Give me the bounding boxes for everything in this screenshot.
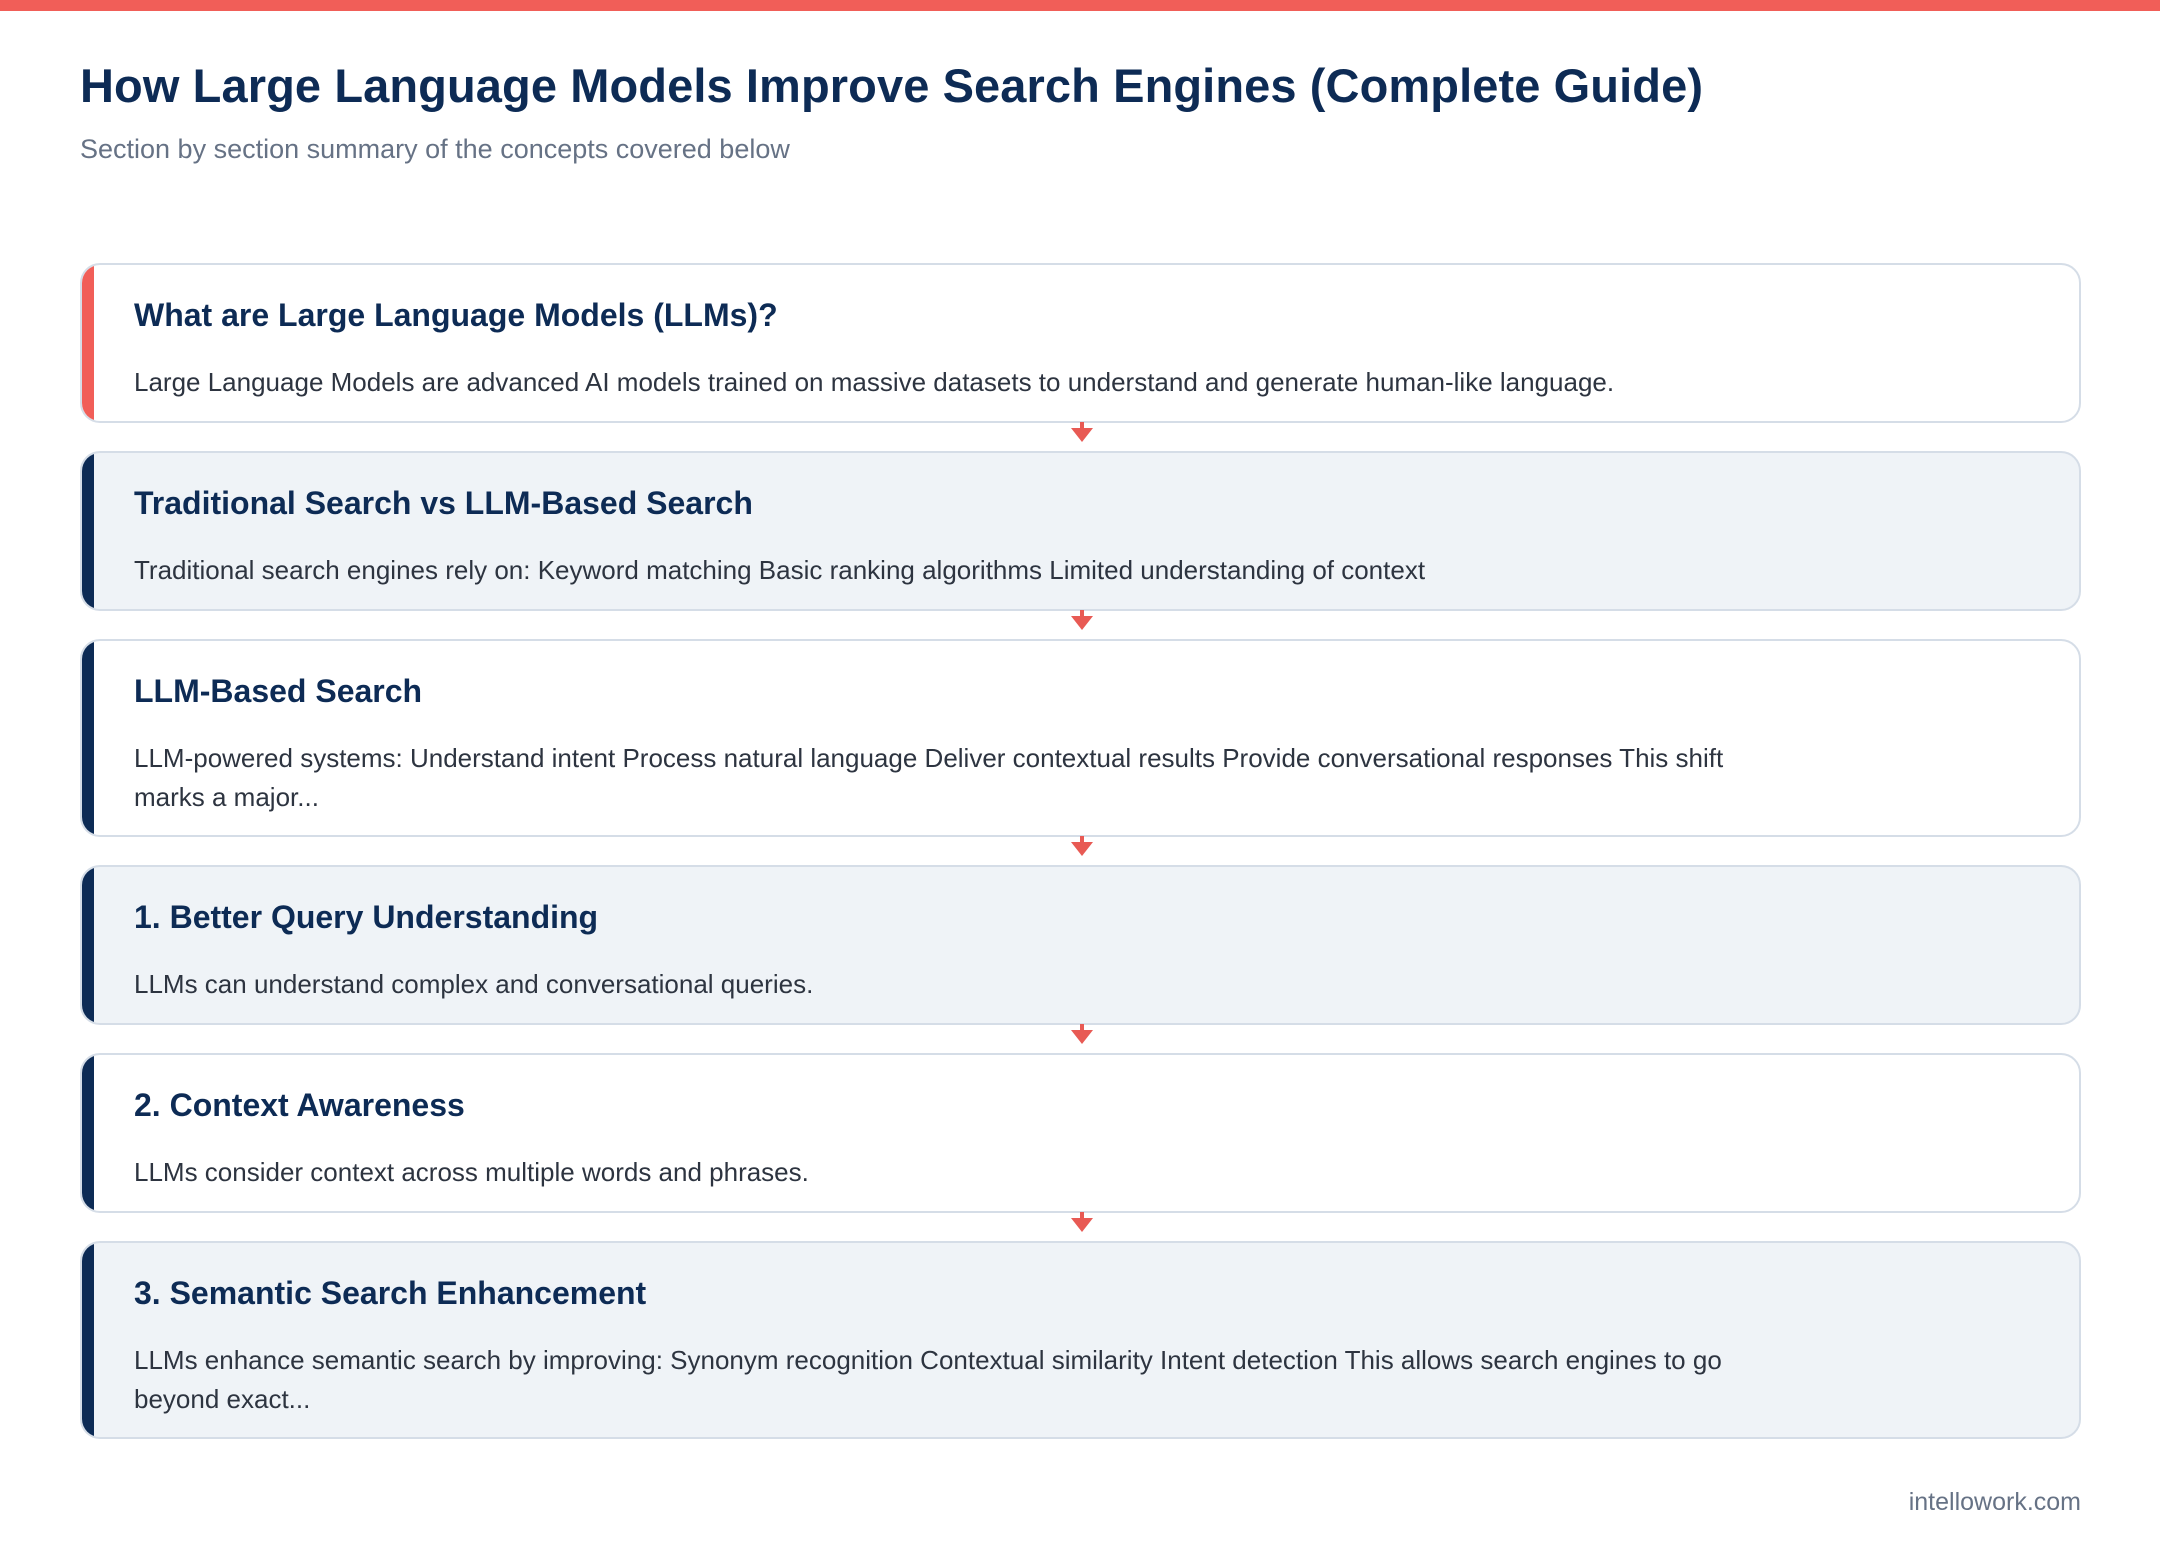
- arrow-down-icon: [1071, 422, 1093, 442]
- section-card: LLM-Based Search LLM-powered systems: Un…: [80, 639, 2081, 837]
- section-accent-bar: [82, 265, 94, 421]
- section-heading: LLM-Based Search: [134, 673, 423, 709]
- section-heading: What are Large Language Models (LLMs)?: [134, 297, 778, 333]
- page-subtitle: Section by section summary of the concep…: [80, 134, 790, 164]
- flow-connector: [80, 422, 2081, 451]
- section-text: Traditional search engines rely on: Keyw…: [134, 555, 1426, 585]
- flow-connector: [80, 1024, 2081, 1053]
- flow-connector: [80, 836, 2081, 865]
- section-text: LLMs can understand complex and conversa…: [134, 969, 814, 999]
- top-accent-bar: [0, 0, 2160, 11]
- section-text: LLMs enhance semantic search by improvin…: [134, 1345, 1722, 1414]
- section-text: LLMs consider context across multiple wo…: [134, 1157, 809, 1187]
- section-accent-bar: [82, 867, 94, 1023]
- section-card: Traditional Search vs LLM-Based Search T…: [80, 451, 2081, 611]
- section-heading: 3. Semantic Search Enhancement: [134, 1275, 647, 1311]
- section-card: What are Large Language Models (LLMs)? L…: [80, 263, 2081, 423]
- section-heading: 2. Context Awareness: [134, 1087, 465, 1123]
- section-text: Large Language Models are advanced AI mo…: [134, 367, 1615, 397]
- section-heading: 1. Better Query Understanding: [134, 899, 599, 935]
- arrow-down-icon: [1071, 1212, 1093, 1232]
- flow-connector: [80, 1212, 2081, 1241]
- section-card: 1. Better Query Understanding LLMs can u…: [80, 865, 2081, 1025]
- arrow-down-icon: [1071, 610, 1093, 630]
- section-flow: What are Large Language Models (LLMs)? L…: [80, 263, 2081, 1439]
- flow-connector: [80, 610, 2081, 639]
- section-card: 2. Context Awareness LLMs consider conte…: [80, 1053, 2081, 1213]
- section-heading: Traditional Search vs LLM-Based Search: [134, 485, 753, 521]
- arrow-down-icon: [1071, 836, 1093, 856]
- arrow-down-icon: [1071, 1024, 1093, 1044]
- section-card: 3. Semantic Search Enhancement LLMs enha…: [80, 1241, 2081, 1439]
- infographic-page: How Large Language Models Improve Search…: [0, 0, 2160, 1552]
- page-title: How Large Language Models Improve Search…: [80, 59, 1704, 112]
- section-accent-bar: [82, 1243, 94, 1437]
- section-accent-bar: [82, 453, 94, 609]
- section-accent-bar: [82, 641, 94, 835]
- section-text: LLM-powered systems: Understand intent P…: [134, 743, 1724, 812]
- section-accent-bar: [82, 1055, 94, 1211]
- source-credit: intellowork.com: [1908, 1488, 2081, 1516]
